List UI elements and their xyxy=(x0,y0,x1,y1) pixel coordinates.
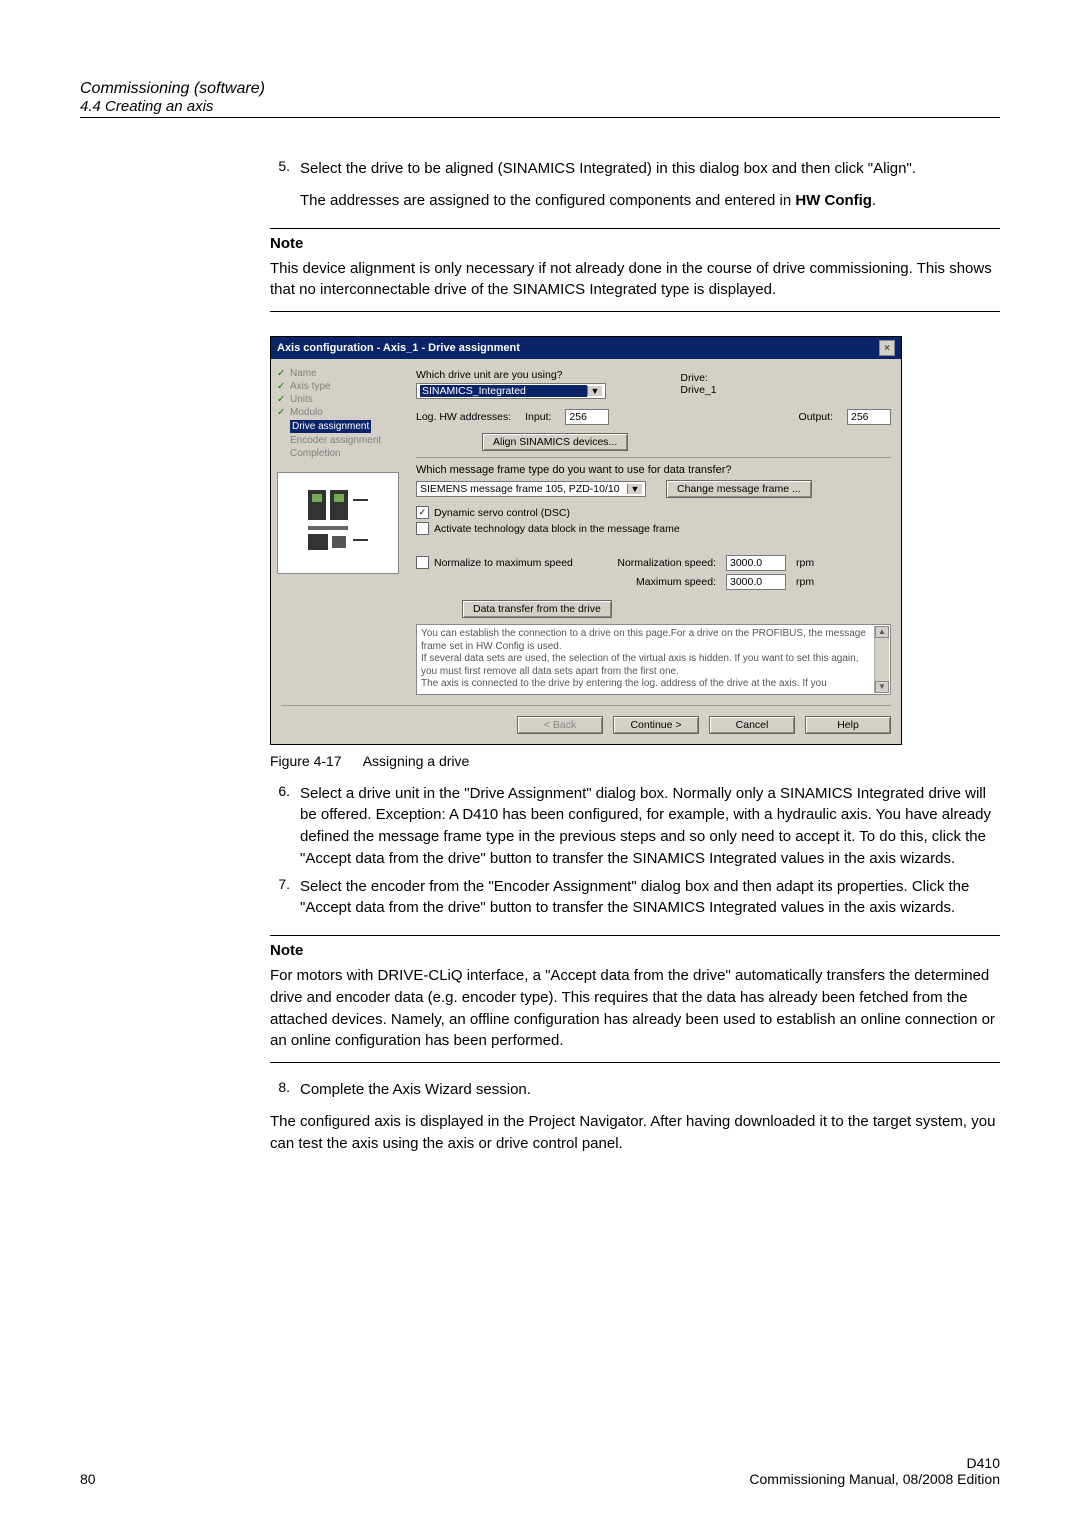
note-1-top-rule xyxy=(270,228,1000,229)
step-number: 8. xyxy=(270,1079,290,1101)
figure-caption-text: Assigning a drive xyxy=(363,753,470,769)
step-6: 6. Select a drive unit in the "Drive Ass… xyxy=(270,783,1000,870)
output-label: Output: xyxy=(799,411,833,423)
message-frame-question: Which message frame type do you want to … xyxy=(416,464,891,476)
drive-unit-value: SINAMICS_Integrated xyxy=(420,385,587,397)
help-button[interactable]: Help xyxy=(805,716,891,734)
checkbox-empty-icon xyxy=(416,556,429,569)
continue-button[interactable]: Continue > xyxy=(613,716,699,734)
step-number: 6. xyxy=(270,783,290,870)
footer-edition: Commissioning Manual, 08/2008 Edition xyxy=(749,1471,1000,1487)
step-number: 5. xyxy=(270,158,290,212)
tech-block-checkbox[interactable]: Activate technology data block in the me… xyxy=(416,522,891,535)
hw-config-bold: HW Config xyxy=(795,192,872,209)
page-number: 80 xyxy=(80,1471,96,1487)
running-head-chapter: Commissioning (software) xyxy=(80,80,1000,98)
drive-label: Drive: xyxy=(680,372,716,384)
log-hw-label: Log. HW addresses: xyxy=(416,411,511,423)
dialog-main: Which drive unit are you using? SINAMICS… xyxy=(406,359,901,705)
nav-item-modulo[interactable]: Modulo xyxy=(277,406,400,419)
normalize-checkbox[interactable]: Normalize to maximum speed xyxy=(416,556,596,569)
maximum-speed-label: Maximum speed: xyxy=(606,576,716,588)
cancel-button[interactable]: Cancel xyxy=(709,716,795,734)
step-8-text: Complete the Axis Wizard session. xyxy=(300,1079,1000,1101)
step-body: Select the drive to be aligned (SINAMICS… xyxy=(300,158,1000,212)
description-text: You can establish the connection to a dr… xyxy=(421,628,886,691)
figure-number: Figure 4-17 xyxy=(270,753,342,769)
note-1-label: Note xyxy=(270,235,1000,252)
running-head-section: 4.4 Creating an axis xyxy=(80,98,1000,118)
dialog-titlebar: Axis configuration - Axis_1 - Drive assi… xyxy=(271,337,901,359)
nav-item-encoder-assignment[interactable]: Encoder assignment xyxy=(277,434,400,447)
scroll-down-icon[interactable]: ▼ xyxy=(875,681,889,693)
figure-caption: Figure 4-17 Assigning a drive xyxy=(270,753,1000,769)
dialog-body: Name Axis type Units Modulo Drive assign… xyxy=(271,359,901,705)
note-1-text: This device alignment is only necessary … xyxy=(270,258,1000,313)
step-5-text-a: Select the drive to be aligned (SINAMICS… xyxy=(300,158,1000,180)
drive-question: Which drive unit are you using? xyxy=(416,369,606,381)
data-transfer-button[interactable]: Data transfer from the drive xyxy=(462,600,612,618)
drive-value: Drive_1 xyxy=(680,384,716,396)
note-2-text: For motors with DRIVE-CLiQ interface, a … xyxy=(270,965,1000,1063)
dialog-footer: < Back Continue > Cancel Help xyxy=(271,706,901,744)
device-icon xyxy=(298,480,378,567)
step-5-text-b-pre: The addresses are assigned to the config… xyxy=(300,192,795,209)
rpm-unit: rpm xyxy=(796,557,814,569)
separator xyxy=(416,457,891,458)
final-paragraph: The configured axis is displayed in the … xyxy=(270,1111,1000,1155)
step-5-text-b: The addresses are assigned to the config… xyxy=(300,190,1000,212)
note-2-top-rule xyxy=(270,935,1000,936)
note-2-label: Note xyxy=(270,942,1000,959)
normalization-speed-label: Normalization speed: xyxy=(606,557,716,569)
step-number: 7. xyxy=(270,876,290,920)
wizard-preview-image xyxy=(277,472,399,574)
back-button[interactable]: < Back xyxy=(517,716,603,734)
footer-product: D410 xyxy=(749,1455,1000,1471)
step-5-text-b-post: . xyxy=(872,192,876,209)
main-content: 5. Select the drive to be aligned (SINAM… xyxy=(270,158,1000,1154)
normalize-label: Normalize to maximum speed xyxy=(434,557,573,569)
step-5: 5. Select the drive to be aligned (SINAM… xyxy=(270,158,1000,212)
input-address[interactable]: 256 xyxy=(565,409,609,425)
description-textarea[interactable]: You can establish the connection to a dr… xyxy=(416,624,891,695)
screenshot-dialog: Axis configuration - Axis_1 - Drive assi… xyxy=(270,336,902,745)
page-footer: 80 D410 Commissioning Manual, 08/2008 Ed… xyxy=(80,1455,1000,1487)
dialog-title: Axis configuration - Axis_1 - Drive assi… xyxy=(277,342,520,354)
footer-right: D410 Commissioning Manual, 08/2008 Editi… xyxy=(749,1455,1000,1487)
step-7-text: Select the encoder from the "Encoder Ass… xyxy=(300,876,1000,920)
nav-item-units[interactable]: Units xyxy=(277,393,400,406)
message-frame-select[interactable]: SIEMENS message frame 105, PZD-10/10 ▼ xyxy=(416,481,646,497)
chevron-down-icon: ▼ xyxy=(587,386,602,396)
checkbox-checked-icon: ✓ xyxy=(416,506,429,519)
chevron-down-icon: ▼ xyxy=(627,484,642,494)
drive-unit-select[interactable]: SINAMICS_Integrated ▼ xyxy=(416,383,606,399)
nav-item-drive-assignment[interactable]: Drive assignment xyxy=(277,419,400,434)
change-message-frame-button[interactable]: Change message frame ... xyxy=(666,480,812,498)
message-frame-value: SIEMENS message frame 105, PZD-10/10 xyxy=(420,483,620,495)
wizard-nav: Name Axis type Units Modulo Drive assign… xyxy=(271,359,406,705)
output-address[interactable]: 256 xyxy=(847,409,891,425)
maximum-speed-input[interactable]: 3000.0 xyxy=(726,574,786,590)
step-7: 7. Select the encoder from the "Encoder … xyxy=(270,876,1000,920)
scroll-up-icon[interactable]: ▲ xyxy=(875,626,889,638)
step-8: 8. Complete the Axis Wizard session. xyxy=(270,1079,1000,1101)
scrollbar[interactable]: ▲ ▼ xyxy=(874,626,889,693)
checkbox-empty-icon xyxy=(416,522,429,535)
step-6-text: Select a drive unit in the "Drive Assign… xyxy=(300,783,1000,870)
dsc-label: Dynamic servo control (DSC) xyxy=(434,507,570,519)
dsc-checkbox[interactable]: ✓ Dynamic servo control (DSC) xyxy=(416,506,891,519)
nav-item-name[interactable]: Name xyxy=(277,367,400,380)
page: Commissioning (software) 4.4 Creating an… xyxy=(0,0,1080,1527)
normalization-speed-input[interactable]: 3000.0 xyxy=(726,555,786,571)
nav-item-completion[interactable]: Completion xyxy=(277,447,400,460)
align-sinamics-button[interactable]: Align SINAMICS devices... xyxy=(482,433,628,451)
nav-item-axis-type[interactable]: Axis type xyxy=(277,380,400,393)
tech-block-label: Activate technology data block in the me… xyxy=(434,523,680,535)
input-label: Input: xyxy=(525,411,551,423)
close-icon[interactable]: × xyxy=(879,340,895,356)
rpm-unit: rpm xyxy=(796,576,814,588)
